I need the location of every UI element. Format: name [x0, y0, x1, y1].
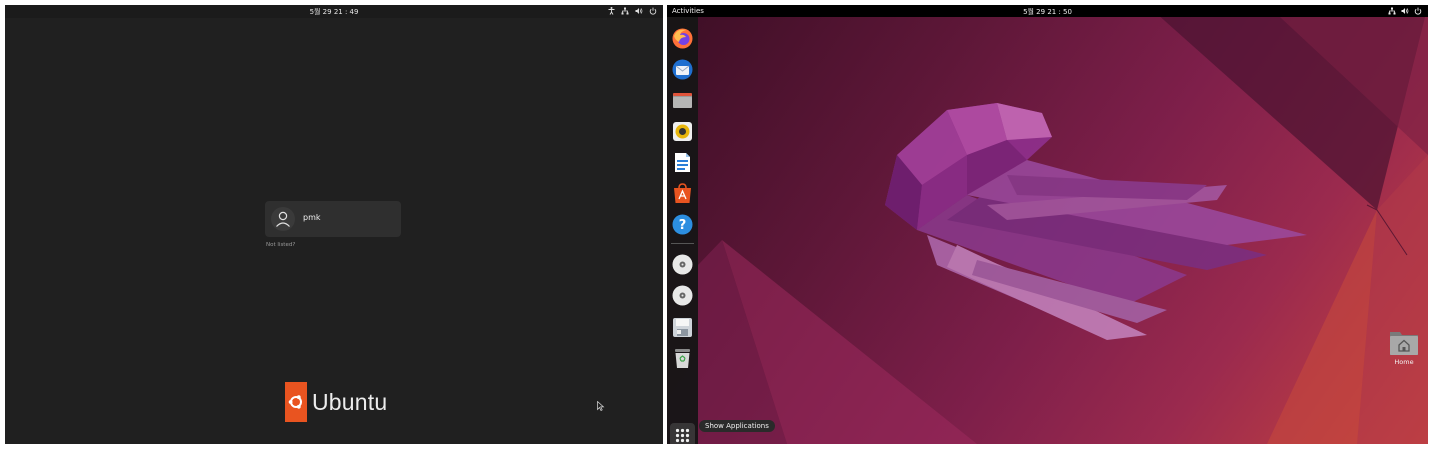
ubuntu-software-icon: [674, 183, 691, 203]
trash-icon: [675, 349, 690, 368]
ubuntu-logo: Ubuntu: [285, 382, 387, 422]
optical-disc-icon: [672, 254, 693, 275]
top-bar: 5월 29 21 : 49: [5, 5, 663, 18]
mouse-cursor-icon: [597, 401, 605, 411]
dock-item-help[interactable]: ?: [671, 213, 694, 236]
wallpaper: [698, 5, 1428, 444]
home-folder-desktop-icon[interactable]: Home: [1388, 327, 1420, 369]
desktop: Activities 5월 29 21 : 50 ? Show Applicat…: [667, 5, 1428, 444]
svg-text:?: ?: [679, 218, 687, 233]
home-folder-label: Home: [1394, 358, 1414, 366]
dock: ?: [667, 17, 698, 444]
accessibility-icon[interactable]: [608, 7, 615, 15]
dock-item-thunderbird[interactable]: [671, 58, 694, 81]
activities-button[interactable]: Activities: [672, 7, 704, 15]
dock-item-rhythmbox[interactable]: [671, 120, 694, 143]
dock-item-firefox[interactable]: [671, 27, 694, 50]
volume-icon[interactable]: [1401, 7, 1409, 15]
power-icon[interactable]: [649, 7, 657, 15]
rhythmbox-icon: [673, 122, 692, 141]
floppy-drive-icon: [673, 318, 692, 337]
optical-disc-icon: [672, 285, 693, 306]
dock-item-optical-disc[interactable]: [671, 253, 694, 276]
network-icon[interactable]: [621, 7, 629, 15]
volume-icon[interactable]: [635, 7, 643, 15]
clock[interactable]: 5월 29 21 : 50: [667, 7, 1428, 17]
top-bar: Activities 5월 29 21 : 50: [667, 5, 1428, 17]
network-icon[interactable]: [1388, 7, 1396, 15]
dock-item-floppy-drive[interactable]: [671, 316, 694, 339]
dock-item-trash[interactable]: [671, 347, 694, 370]
avatar: [271, 207, 295, 231]
ubuntu-wordmark: Ubuntu: [312, 388, 388, 415]
libreoffice-writer-icon: [675, 153, 690, 172]
user-icon: [276, 211, 290, 227]
user-account-button[interactable]: pmk: [265, 201, 401, 237]
grid-icon: [675, 428, 690, 443]
not-listed-link[interactable]: Not listed?: [266, 242, 295, 248]
thunderbird-icon: [672, 59, 693, 80]
dock-separator: [671, 243, 694, 244]
power-icon[interactable]: [1414, 7, 1422, 15]
show-applications-button[interactable]: [670, 423, 695, 444]
circle-of-friends-icon: [285, 382, 307, 422]
system-tray[interactable]: [608, 7, 657, 15]
clock[interactable]: 5월 29 21 : 49: [5, 7, 663, 17]
firefox-icon: [672, 28, 693, 49]
dock-item-ubuntu-software[interactable]: [671, 182, 694, 205]
home-folder-icon: [1390, 332, 1418, 355]
dock-item-optical-disc-2[interactable]: [671, 284, 694, 307]
user-name: pmk: [303, 213, 321, 222]
login-screen: 5월 29 21 : 49 pmk Not listed? Ubuntu: [5, 5, 663, 444]
dock-item-libreoffice-writer[interactable]: [671, 151, 694, 174]
files-icon: [673, 93, 692, 108]
show-applications-tooltip: Show Applications: [699, 420, 775, 432]
dock-item-files[interactable]: [671, 89, 694, 112]
help-icon: ?: [672, 214, 693, 235]
system-tray[interactable]: [1388, 7, 1422, 15]
